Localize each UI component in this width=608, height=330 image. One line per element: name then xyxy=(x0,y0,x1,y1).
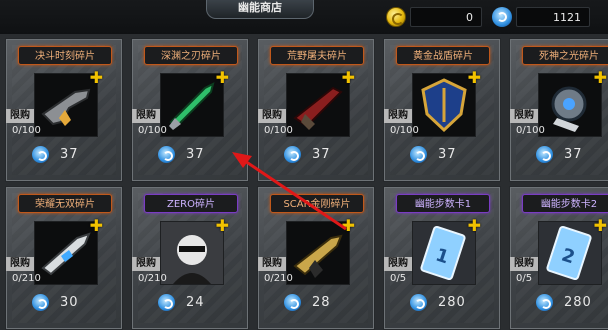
limit-badge: 限购 xyxy=(510,109,538,123)
item-price: 28 xyxy=(312,295,331,310)
gun-icon: ✚ xyxy=(34,70,103,137)
item-price: 280 xyxy=(564,295,592,310)
psi-coin-icon xyxy=(410,146,427,163)
purchase-count: 0/100 xyxy=(516,125,545,136)
shop-item[interactable]: ZERO碎片 ✚ 限购 0/210 24 xyxy=(131,186,249,330)
shop-item[interactable]: 决斗时刻碎片 ✚ 限购 0/100 37 xyxy=(5,38,123,182)
purchase-count: 0/5 xyxy=(516,273,533,284)
shop-item[interactable]: 荒野屠夫碎片 ✚ 限购 0/100 37 xyxy=(257,38,375,182)
item-price: 37 xyxy=(312,147,331,162)
limit-badge: 限购 xyxy=(258,257,286,271)
psi-coin-icon xyxy=(284,146,301,163)
limit-badge: 限购 xyxy=(384,109,412,123)
rifle-icon: ✚ xyxy=(34,218,103,285)
psi-coin-icon xyxy=(410,294,427,311)
limit-badge: 限购 xyxy=(6,109,34,123)
card-1-icon: 1 ✚ xyxy=(412,218,481,285)
shop-item[interactable]: 幽能步数卡1 1 ✚ 限购 0/5 280 xyxy=(383,186,501,330)
psi-coin-icon xyxy=(492,7,512,27)
cannon-icon: ✚ xyxy=(538,70,607,137)
item-price: 24 xyxy=(186,295,205,310)
item-name: 深渊之刃碎片 xyxy=(144,46,238,65)
shield-icon: ✚ xyxy=(412,70,481,137)
scar-rifle-icon: ✚ xyxy=(286,218,355,285)
limit-badge: 限购 xyxy=(510,257,538,271)
purchase-count: 0/100 xyxy=(12,125,41,136)
shop-item[interactable]: 荣耀无双碎片 ✚ 限购 0/210 30 xyxy=(5,186,123,330)
item-price: 37 xyxy=(438,147,457,162)
limit-badge: 限购 xyxy=(132,257,160,271)
item-name: ZERO碎片 xyxy=(144,194,238,213)
psi-coin-icon xyxy=(536,146,553,163)
item-name: SCAR金刚碎片 xyxy=(270,194,364,213)
purchase-count: 0/210 xyxy=(138,273,167,284)
gold-coin-icon xyxy=(386,7,406,27)
item-price: 30 xyxy=(60,295,79,310)
purchase-count: 0/210 xyxy=(12,273,41,284)
item-name: 黄金战盾碎片 xyxy=(396,46,490,65)
limit-badge: 限购 xyxy=(258,109,286,123)
purchase-count: 0/100 xyxy=(264,125,293,136)
item-price: 280 xyxy=(438,295,466,310)
shotgun-icon: ✚ xyxy=(286,70,355,137)
item-name: 死神之光碎片 xyxy=(522,46,608,65)
psi-coin-icon xyxy=(158,146,175,163)
shop-item[interactable]: 死神之光碎片 ✚ 限购 0/100 37 xyxy=(509,38,608,182)
shop-item[interactable]: 深渊之刃碎片 ✚ 限购 0/100 37 xyxy=(131,38,249,182)
shop-item[interactable]: 黄金战盾碎片 ✚ 限购 0/100 37 xyxy=(383,38,501,182)
psi-coin-icon xyxy=(284,294,301,311)
item-price: 37 xyxy=(60,147,79,162)
item-price: 37 xyxy=(564,147,583,162)
psi-coin-icon xyxy=(32,294,49,311)
psi-coin-icon xyxy=(32,146,49,163)
shop-item[interactable]: 幽能步数卡2 2 ✚ 限购 0/5 280 xyxy=(509,186,608,330)
item-name: 荒野屠夫碎片 xyxy=(270,46,364,65)
gold-balance: 0 xyxy=(410,7,482,27)
psi-coin-icon xyxy=(158,294,175,311)
blade-icon: ✚ xyxy=(160,70,229,137)
item-name: 荣耀无双碎片 xyxy=(18,194,112,213)
psi-coin-icon xyxy=(536,294,553,311)
shop-item[interactable]: SCAR金刚碎片 ✚ 限购 0/210 28 xyxy=(257,186,375,330)
purchase-count: 0/100 xyxy=(390,125,419,136)
limit-badge: 限购 xyxy=(384,257,412,271)
limit-badge: 限购 xyxy=(6,257,34,271)
purchase-count: 0/100 xyxy=(138,125,167,136)
psi-balance: 1121 xyxy=(516,7,590,27)
item-name: 幽能步数卡2 xyxy=(522,194,608,213)
item-price: 37 xyxy=(186,147,205,162)
character-icon: ✚ xyxy=(160,218,229,285)
purchase-count: 0/210 xyxy=(264,273,293,284)
purchase-count: 0/5 xyxy=(390,273,407,284)
limit-badge: 限购 xyxy=(132,109,160,123)
item-name: 决斗时刻碎片 xyxy=(18,46,112,65)
item-name: 幽能步数卡1 xyxy=(396,194,490,213)
page-title: 幽能商店 xyxy=(206,0,314,19)
card-2-icon: 2 ✚ xyxy=(538,218,607,285)
